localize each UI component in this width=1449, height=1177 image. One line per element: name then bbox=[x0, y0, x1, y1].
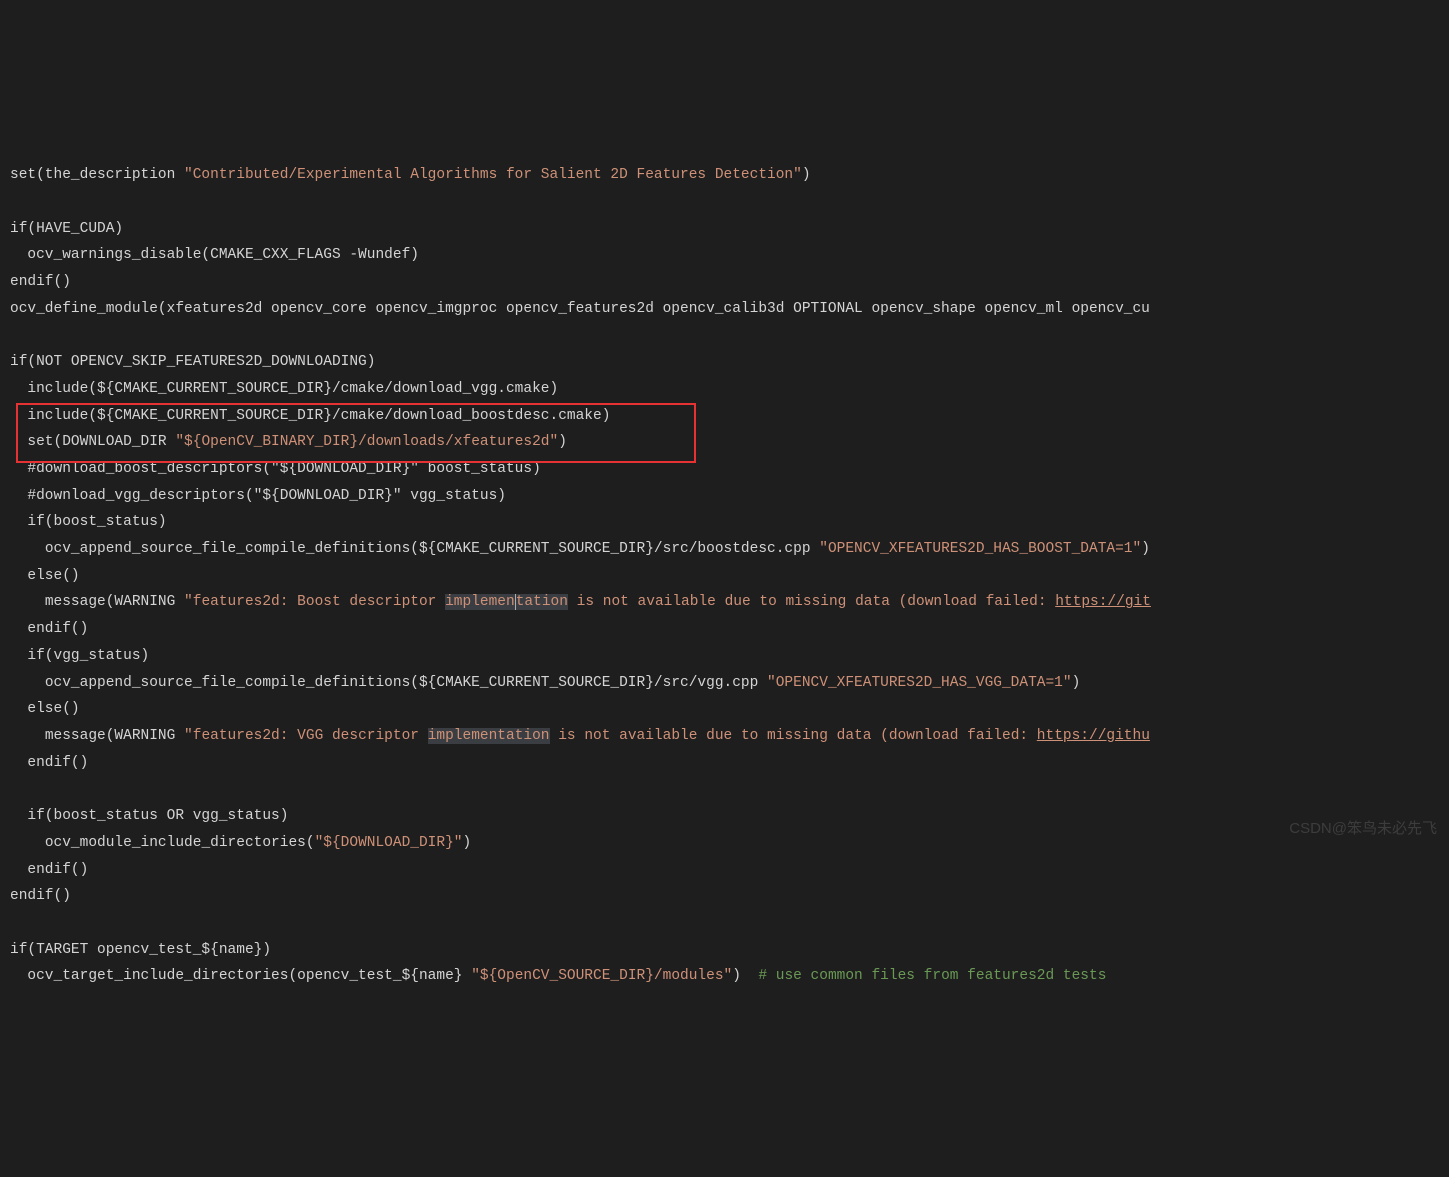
code-token: "features2d: VGG descriptor bbox=[184, 728, 428, 744]
code-token: if(TARGET opencv_test_${name}) bbox=[10, 942, 271, 958]
code-line[interactable]: endif() bbox=[10, 883, 1449, 910]
code-line[interactable]: else() bbox=[10, 696, 1449, 723]
code-token: "Contributed/Experimental Algorithms for… bbox=[184, 167, 802, 183]
code-line[interactable]: if(NOT OPENCV_SKIP_FEATURES2D_DOWNLOADIN… bbox=[10, 349, 1449, 376]
code-token: ocv_module_include_directories( bbox=[45, 835, 315, 851]
code-token: https://git bbox=[1055, 594, 1151, 610]
code-token: ocv_append_source_file_compile_definitio… bbox=[45, 675, 767, 691]
code-token: ocv_warnings_disable(CMAKE_CXX_FLAGS -Wu… bbox=[27, 247, 419, 263]
code-line[interactable]: message(WARNING "features2d: Boost descr… bbox=[10, 589, 1449, 616]
code-token: # use common files from features2d tests bbox=[758, 968, 1106, 984]
code-line[interactable]: ocv_append_source_file_compile_definitio… bbox=[10, 536, 1449, 563]
code-line[interactable]: ocv_warnings_disable(CMAKE_CXX_FLAGS -Wu… bbox=[10, 242, 1449, 269]
code-line[interactable]: if(boost_status OR vgg_status) bbox=[10, 803, 1449, 830]
code-line[interactable]: ocv_target_include_directories(opencv_te… bbox=[10, 963, 1449, 990]
code-line[interactable]: #download_boost_descriptors("${DOWNLOAD_… bbox=[10, 456, 1449, 483]
code-token: "${OpenCV_SOURCE_DIR}/modules" bbox=[471, 968, 732, 984]
code-token: "features2d: Boost descriptor bbox=[184, 594, 445, 610]
code-line[interactable]: set(the_description "Contributed/Experim… bbox=[10, 162, 1449, 189]
code-token: impleme bbox=[445, 594, 506, 610]
code-line[interactable] bbox=[10, 910, 1449, 937]
code-line[interactable]: #download_vgg_descriptors("${DOWNLOAD_DI… bbox=[10, 483, 1449, 510]
code-line[interactable]: if(TARGET opencv_test_${name}) bbox=[10, 937, 1449, 964]
code-token: ) bbox=[802, 167, 811, 183]
code-token: endif() bbox=[10, 888, 71, 904]
code-token: set(the_description bbox=[10, 167, 184, 183]
code-token: "${OpenCV_BINARY_DIR}/downloads/xfeature… bbox=[175, 434, 558, 450]
code-token: ) bbox=[463, 835, 472, 851]
code-token: ) bbox=[558, 434, 567, 450]
code-line[interactable]: ocv_module_include_directories("${DOWNLO… bbox=[10, 830, 1449, 857]
code-token: #download_boost_descriptors("${DOWNLOAD_… bbox=[27, 461, 540, 477]
code-token: ) bbox=[732, 968, 758, 984]
code-token: tation bbox=[516, 594, 568, 610]
code-line[interactable]: message(WARNING "features2d: VGG descrip… bbox=[10, 723, 1449, 750]
code-line[interactable]: set(DOWNLOAD_DIR "${OpenCV_BINARY_DIR}/d… bbox=[10, 429, 1449, 456]
code-token: if(boost_status) bbox=[27, 514, 166, 530]
code-line[interactable]: endif() bbox=[10, 269, 1449, 296]
code-token: "${DOWNLOAD_DIR}" bbox=[315, 835, 463, 851]
code-token: "OPENCV_XFEATURES2D_HAS_VGG_DATA=1" bbox=[767, 675, 1072, 691]
code-token: ) bbox=[1072, 675, 1081, 691]
code-token: else() bbox=[27, 701, 79, 717]
code-token: ocv_target_include_directories(opencv_te… bbox=[27, 968, 471, 984]
code-line[interactable]: if(HAVE_CUDA) bbox=[10, 216, 1449, 243]
code-token: endif() bbox=[27, 755, 88, 771]
code-token: if(vgg_status) bbox=[27, 648, 149, 664]
code-token: ocv_append_source_file_compile_definitio… bbox=[45, 541, 819, 557]
code-line[interactable]: ocv_define_module(xfeatures2d opencv_cor… bbox=[10, 296, 1449, 323]
code-token: include(${CMAKE_CURRENT_SOURCE_DIR}/cmak… bbox=[27, 408, 610, 424]
code-token: if(boost_status OR vgg_status) bbox=[27, 808, 288, 824]
code-token: else() bbox=[27, 568, 79, 584]
code-token: message(WARNING bbox=[45, 594, 184, 610]
code-line[interactable] bbox=[10, 776, 1449, 803]
code-line[interactable]: include(${CMAKE_CURRENT_SOURCE_DIR}/cmak… bbox=[10, 403, 1449, 430]
code-token: n bbox=[506, 594, 516, 610]
code-token: ) bbox=[1141, 541, 1150, 557]
code-token: ocv_define_module(xfeatures2d opencv_cor… bbox=[10, 301, 1150, 317]
code-line[interactable]: if(vgg_status) bbox=[10, 643, 1449, 670]
code-token: is not available due to missing data (do… bbox=[550, 728, 1037, 744]
code-token: if(NOT OPENCV_SKIP_FEATURES2D_DOWNLOADIN… bbox=[10, 354, 375, 370]
code-line[interactable]: ocv_append_source_file_compile_definitio… bbox=[10, 670, 1449, 697]
code-token: message(WARNING bbox=[45, 728, 184, 744]
code-line[interactable] bbox=[10, 189, 1449, 216]
code-token: implementation bbox=[428, 728, 550, 744]
code-editor[interactable]: set(the_description "Contributed/Experim… bbox=[0, 107, 1449, 990]
code-token: is not available due to missing data (do… bbox=[568, 594, 1055, 610]
code-line[interactable]: endif() bbox=[10, 750, 1449, 777]
code-token: #download_vgg_descriptors("${DOWNLOAD_DI… bbox=[27, 488, 506, 504]
code-token: endif() bbox=[27, 621, 88, 637]
code-token: set(DOWNLOAD_DIR bbox=[27, 434, 175, 450]
code-line[interactable]: include(${CMAKE_CURRENT_SOURCE_DIR}/cmak… bbox=[10, 376, 1449, 403]
code-line[interactable]: endif() bbox=[10, 616, 1449, 643]
code-line[interactable] bbox=[10, 322, 1449, 349]
code-line[interactable]: else() bbox=[10, 563, 1449, 590]
code-token: include(${CMAKE_CURRENT_SOURCE_DIR}/cmak… bbox=[27, 381, 558, 397]
code-token: https://githu bbox=[1037, 728, 1150, 744]
code-line[interactable]: endif() bbox=[10, 857, 1449, 884]
code-token: "OPENCV_XFEATURES2D_HAS_BOOST_DATA=1" bbox=[819, 541, 1141, 557]
code-token: endif() bbox=[10, 274, 71, 290]
code-token: if(HAVE_CUDA) bbox=[10, 221, 123, 237]
code-token: endif() bbox=[27, 862, 88, 878]
code-line[interactable]: if(boost_status) bbox=[10, 509, 1449, 536]
